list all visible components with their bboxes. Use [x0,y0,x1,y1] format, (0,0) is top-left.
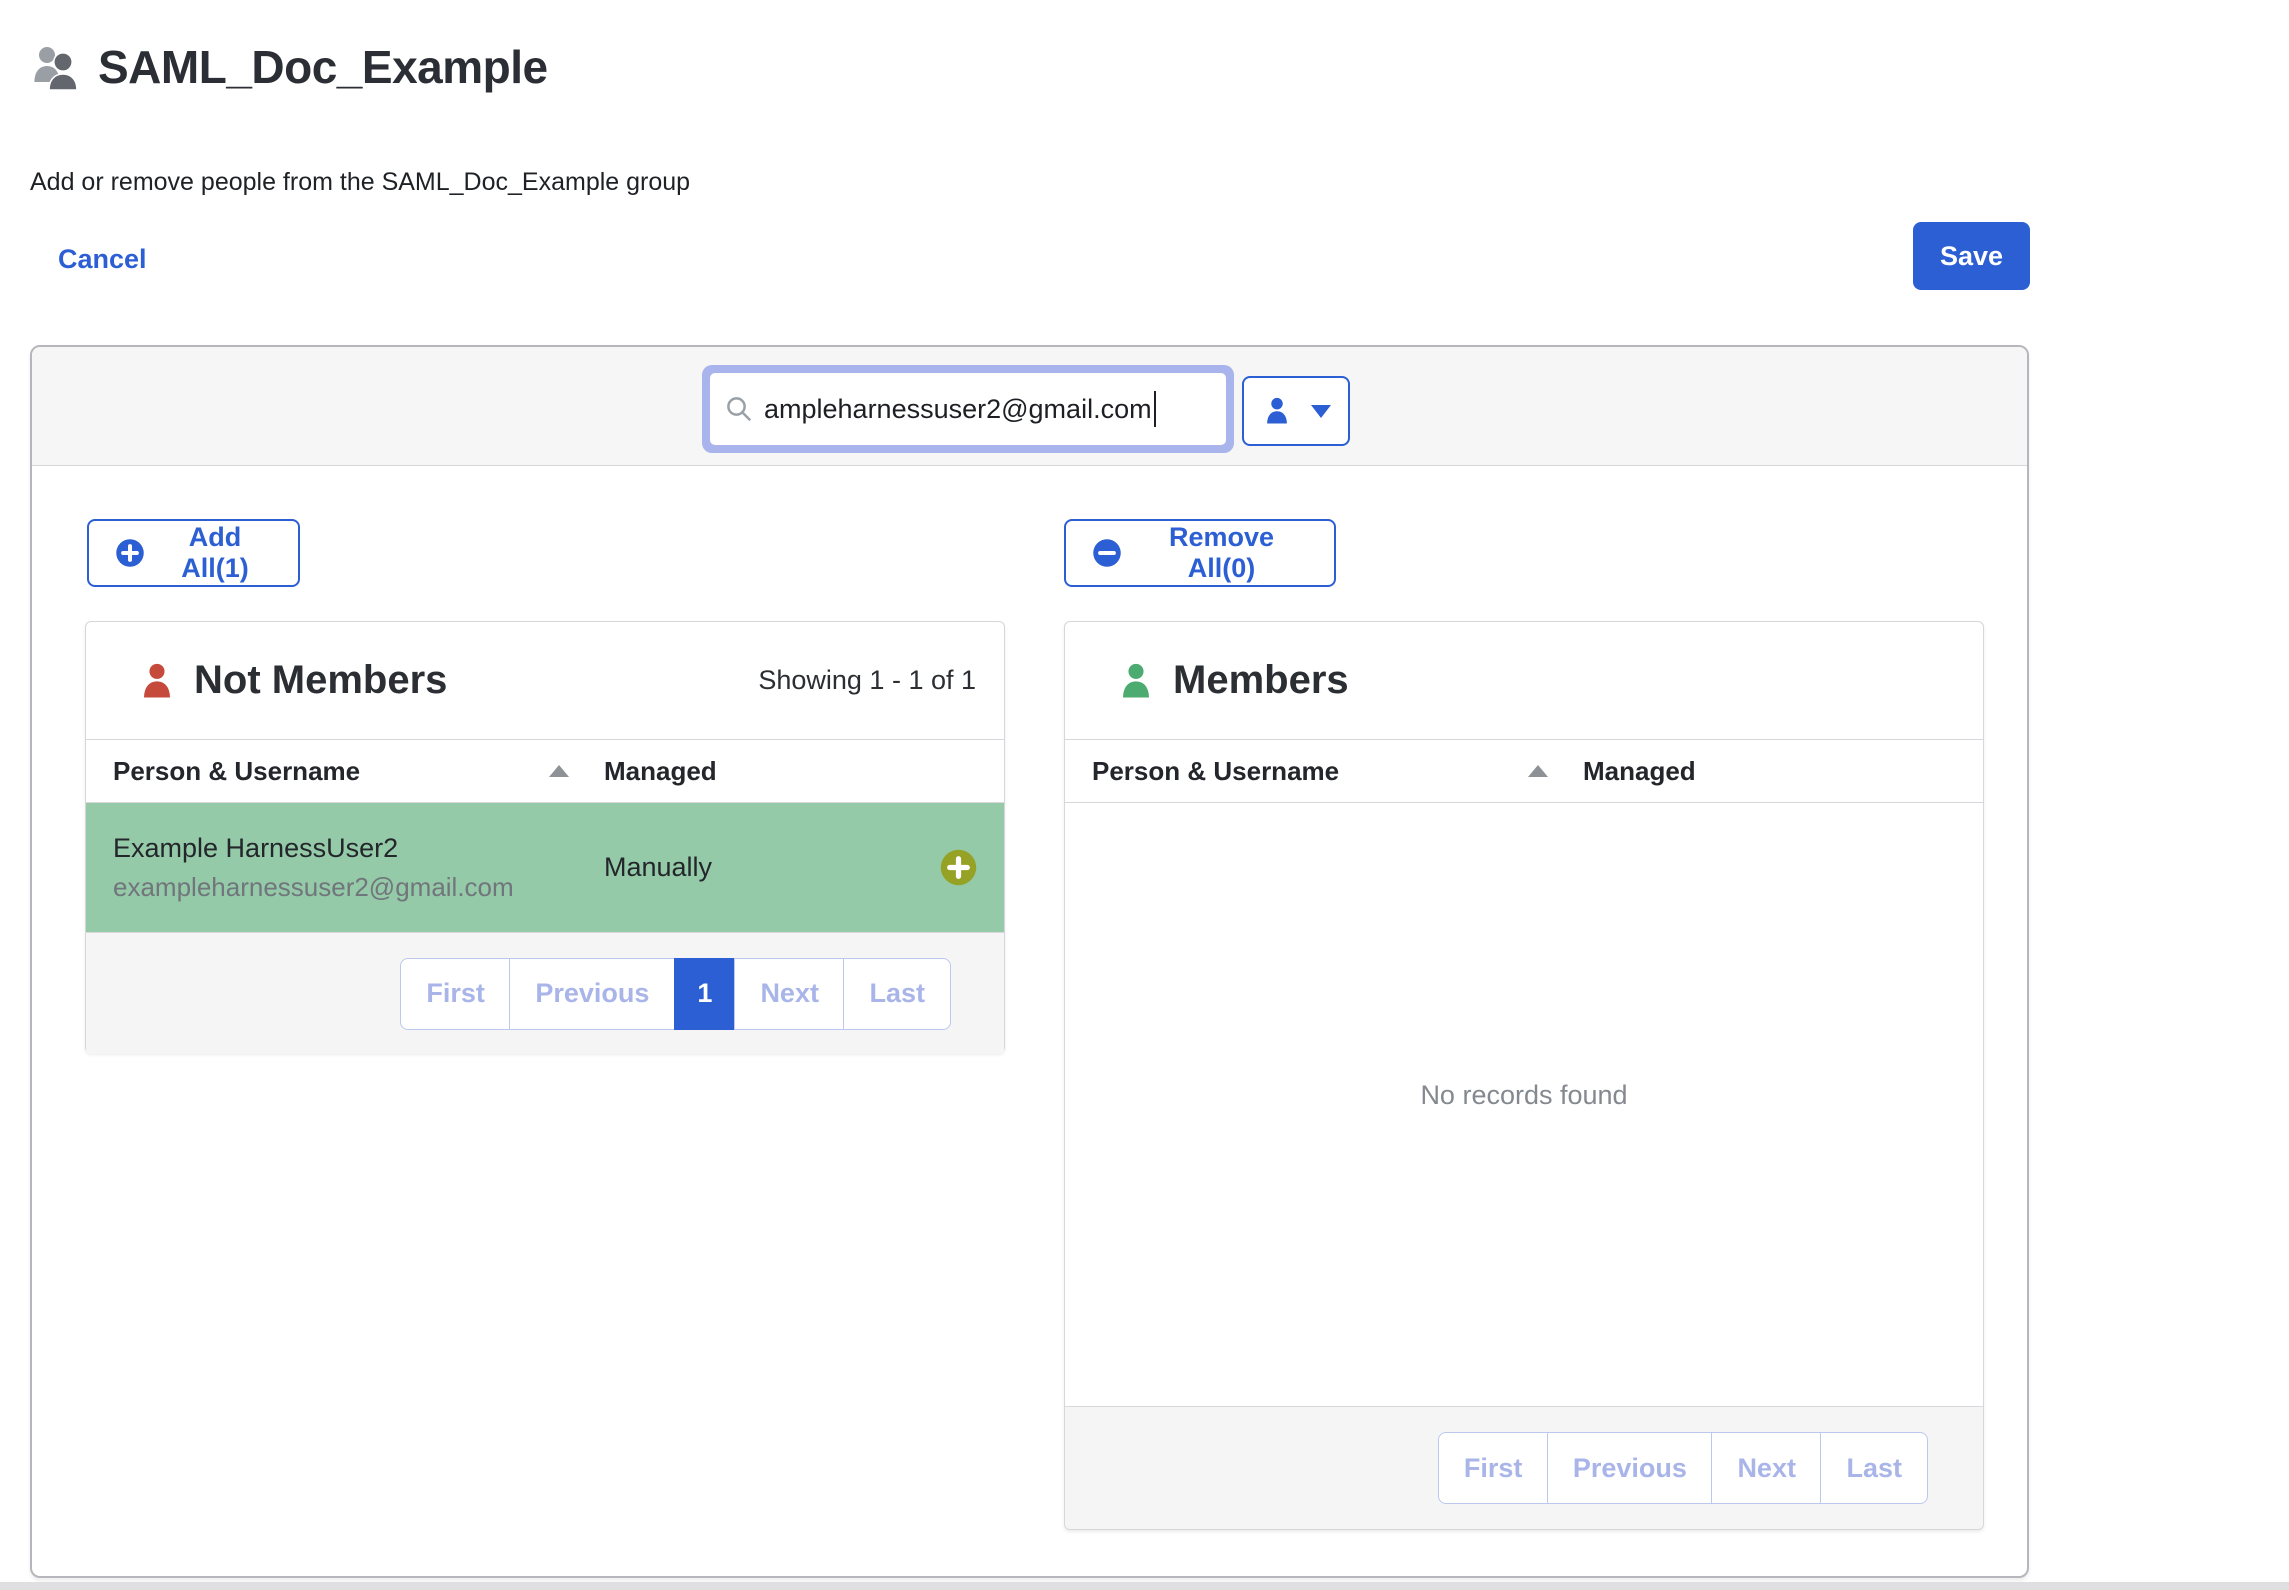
add-all-label: Add All(1) [158,522,272,584]
pagination-previous-button[interactable]: Previous [1547,1432,1713,1504]
not-members-title: Not Members [194,658,447,703]
pagination-previous-button[interactable]: Previous [509,958,675,1030]
column-person-username[interactable]: Person & Username [86,756,604,787]
not-members-person-icon [136,660,178,702]
row-managed-cell: Manually [604,852,940,883]
members-pagination-bar: First Previous Next Last [1065,1406,1983,1529]
column-person-username[interactable]: Person & Username [1065,756,1583,787]
members-title: Members [1173,658,1349,703]
members-card: Members Person & Username Managed No rec… [1064,621,1984,1530]
column-managed: Managed [604,756,1004,787]
search-input[interactable]: ampleharnessuser2@gmail.com [710,373,1226,445]
not-members-pagination-bar: First Previous 1 Next Last [86,932,1004,1054]
person-username: exampleharnessuser2@gmail.com [113,872,569,903]
members-table-header: Person & Username Managed [1065,739,1983,803]
save-button[interactable]: Save [1913,222,2030,290]
pagination-last-button[interactable]: Last [843,958,951,1030]
pagination-page-1-button[interactable]: 1 [674,958,736,1030]
pagination-first-button[interactable]: First [400,958,511,1030]
group-icon [30,43,82,91]
row-person-cell: Example HarnessUser2 exampleharnessuser2… [86,833,604,903]
person-name: Example HarnessUser2 [113,833,569,864]
members-header: Members [1065,622,1983,739]
plus-circle-icon [115,538,145,568]
members-pagination: First Previous Next Last [1438,1432,1928,1504]
remove-all-button[interactable]: Remove All(0) [1064,519,1336,587]
pagination-last-button[interactable]: Last [1820,1432,1928,1504]
sort-ascending-icon [549,765,569,777]
group-membership-page: SAML_Doc_Example Add or remove people fr… [0,0,2289,1590]
pagination-first-button[interactable]: First [1438,1432,1549,1504]
column-person-label: Person & Username [1092,756,1339,787]
not-members-header: Not Members Showing 1 - 1 of 1 [86,622,1004,739]
membership-panel: ampleharnessuser2@gmail.com [30,345,2029,1578]
members-person-icon [1115,660,1157,702]
page-title-row: SAML_Doc_Example [30,40,548,94]
minus-circle-icon [1092,538,1122,568]
pagination-next-button[interactable]: Next [734,958,845,1030]
not-members-pagination: First Previous 1 Next Last [400,958,951,1030]
column-managed: Managed [1583,756,1983,787]
person-icon [1261,395,1293,427]
search-input-value: ampleharnessuser2@gmail.com [764,394,1152,425]
text-cursor [1154,391,1156,427]
viewport-bottom-edge [0,1582,2289,1590]
add-all-button[interactable]: Add All(1) [87,519,300,587]
search-focus-ring: ampleharnessuser2@gmail.com [702,365,1234,453]
search-filter-dropdown[interactable] [1242,376,1350,446]
page-title: SAML_Doc_Example [98,40,548,94]
members-empty-state: No records found [1065,803,1983,1406]
remove-all-label: Remove All(0) [1135,522,1308,584]
add-person-button[interactable] [940,849,977,886]
search-icon [724,394,754,424]
caret-down-icon [1311,405,1331,418]
sort-ascending-icon [1528,765,1548,777]
search-bar: ampleharnessuser2@gmail.com [32,347,2027,466]
not-members-table-header: Person & Username Managed [86,739,1004,803]
pagination-next-button[interactable]: Next [1711,1432,1822,1504]
not-members-card: Not Members Showing 1 - 1 of 1 Person & … [85,621,1005,1053]
not-members-showing-count: Showing 1 - 1 of 1 [758,665,976,696]
not-members-row[interactable]: Example HarnessUser2 exampleharnessuser2… [86,803,1004,932]
column-person-label: Person & Username [113,756,360,787]
cancel-link[interactable]: Cancel [58,244,147,275]
page-subtitle: Add or remove people from the SAML_Doc_E… [30,168,690,197]
